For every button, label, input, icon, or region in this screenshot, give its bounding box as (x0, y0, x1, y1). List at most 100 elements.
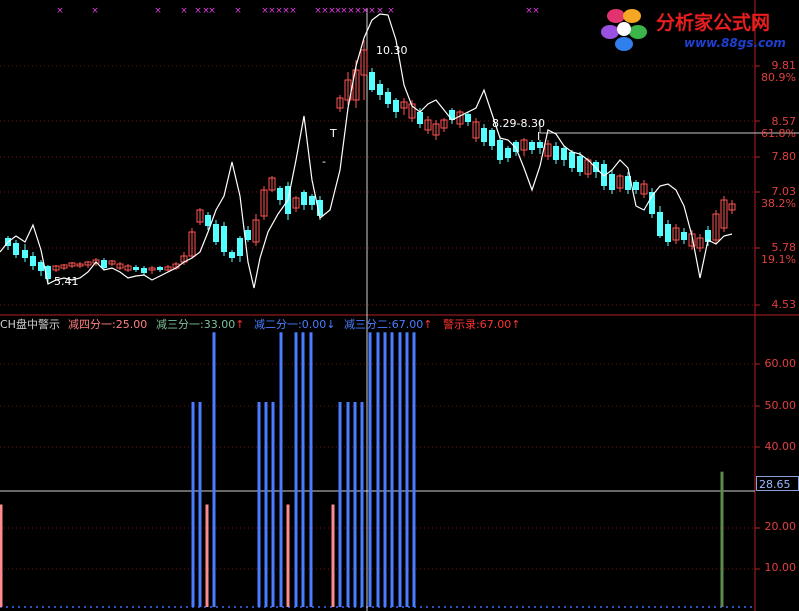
indicator-bar (346, 402, 350, 607)
up-arrow-icon: ↑ (235, 318, 245, 331)
indicator-bar (331, 504, 335, 607)
indicator-bar (286, 504, 290, 607)
candle-body (633, 182, 639, 190)
indicator-bar (257, 402, 261, 607)
indicator-item-third: 减三分一:33.00↑ (156, 316, 244, 332)
signal-cross-icon: × (56, 6, 64, 16)
indicator-bar (368, 332, 372, 607)
candle-body (213, 224, 219, 242)
range-annotation: 8.29-8.30 (492, 117, 545, 130)
price-axis-label: 4.53 (771, 298, 797, 311)
dash-marker: - (322, 155, 326, 168)
candle-body (30, 256, 36, 266)
up-arrow-icon: ↑ (423, 318, 433, 331)
candle-body (681, 232, 687, 240)
low-price-annotation: 5.41 (54, 275, 79, 288)
percent-axis-label: 19.1% (761, 253, 796, 266)
signal-cross-icon: × (180, 6, 188, 16)
candle-body (505, 148, 511, 158)
logo-title: 分析家公式网 (656, 12, 771, 34)
candle-body (141, 268, 147, 273)
chart-canvas: × × × × × ×× × × × × × × × × ××× × × × × × × × × (0, 0, 799, 611)
candle-body (157, 267, 163, 270)
flower-icon (601, 9, 647, 51)
signal-cross-icon: × (234, 6, 242, 16)
percent-axis-label: 61.8% (761, 127, 796, 140)
candle-body (497, 140, 503, 160)
indicator-bar (191, 402, 195, 607)
t-marker: T (330, 127, 337, 140)
logo-petal (601, 25, 619, 39)
candle-body (22, 250, 28, 258)
candle-body (393, 100, 399, 112)
candle-body (385, 92, 391, 104)
candle-body (577, 156, 583, 172)
candle-body (529, 142, 535, 150)
candle-body (229, 252, 235, 258)
logo-petal (623, 9, 641, 23)
indicator-axis-label: 20.00 (764, 520, 797, 533)
indicator-item-label: 减二分一:0.00 (254, 318, 327, 331)
price-axis-label: 7.80 (771, 150, 797, 163)
i-marker: I (537, 130, 541, 143)
indicator-item-half: 减二分一:0.00↓ (254, 316, 335, 332)
candle-body (205, 215, 211, 226)
candle-body (101, 260, 107, 268)
candle-body (481, 128, 487, 142)
indicator-bar (309, 332, 313, 607)
candle-body (665, 224, 671, 242)
indicator-bar (338, 402, 342, 607)
candle-body (513, 142, 519, 152)
logo-petal (629, 25, 647, 39)
candle-body (309, 196, 315, 205)
indicator-bar (301, 332, 305, 607)
indicator-bar (390, 332, 394, 607)
percent-axis-label: 80.9% (761, 71, 796, 84)
candle-body (277, 188, 283, 200)
indicator-item-label: 减三分二:67.00 (344, 318, 424, 331)
up-arrow-icon: ↑ (511, 318, 521, 331)
indicator-bar (412, 332, 416, 607)
candle-body (561, 148, 567, 160)
candle-body (133, 267, 139, 270)
indicator-item-label: 警示录:67.00 (443, 318, 512, 331)
signal-cross-icon: × (91, 6, 99, 16)
indicator-bar (205, 504, 209, 607)
percent-axis-label: 38.2% (761, 197, 796, 210)
signal-cross-icon: × (154, 6, 162, 16)
indicator-item-label: 减四分一:25.00 (68, 318, 148, 331)
logo-petal (607, 9, 625, 23)
down-arrow-icon: ↓ (326, 318, 336, 331)
signal-cross-icon: × (208, 6, 216, 16)
indicator-item-two-thirds: 减三分二:67.00↑ (344, 316, 432, 332)
indicator-bar (0, 504, 3, 607)
indicator-axis-label: 50.00 (764, 399, 797, 412)
candle-body (369, 72, 375, 90)
indicator-bar (376, 332, 380, 607)
logo-center (617, 22, 631, 36)
candle-body (245, 230, 251, 240)
indicator-item-label: 减三分一:33.00 (156, 318, 236, 331)
candle-body (221, 226, 227, 252)
candle-body (569, 152, 575, 168)
candle-body (657, 212, 663, 236)
indicator-item-quarter: 减四分一:25.00 (68, 316, 147, 332)
indicator-bar (353, 402, 357, 607)
indicator-item-warning: 警示录:67.00↑ (443, 316, 520, 332)
candle-body (465, 114, 471, 122)
candle-body (609, 174, 615, 190)
signal-cross-icon: × (368, 6, 376, 16)
candle-body (237, 238, 243, 256)
indicator-axis-label: 40.00 (764, 440, 797, 453)
candle-body (377, 84, 383, 95)
candle-body (38, 262, 44, 271)
indicator-name: CH盘中警示 (0, 318, 60, 331)
indicator-bar (271, 402, 275, 607)
candle-body (417, 112, 423, 124)
indicator-bar (212, 332, 216, 607)
signal-cross-icon: × (194, 6, 202, 16)
candle-body (489, 130, 495, 146)
indicator-bar (198, 402, 202, 607)
indicator-axis-label: 10.00 (764, 561, 797, 574)
logo-petal (615, 37, 633, 51)
